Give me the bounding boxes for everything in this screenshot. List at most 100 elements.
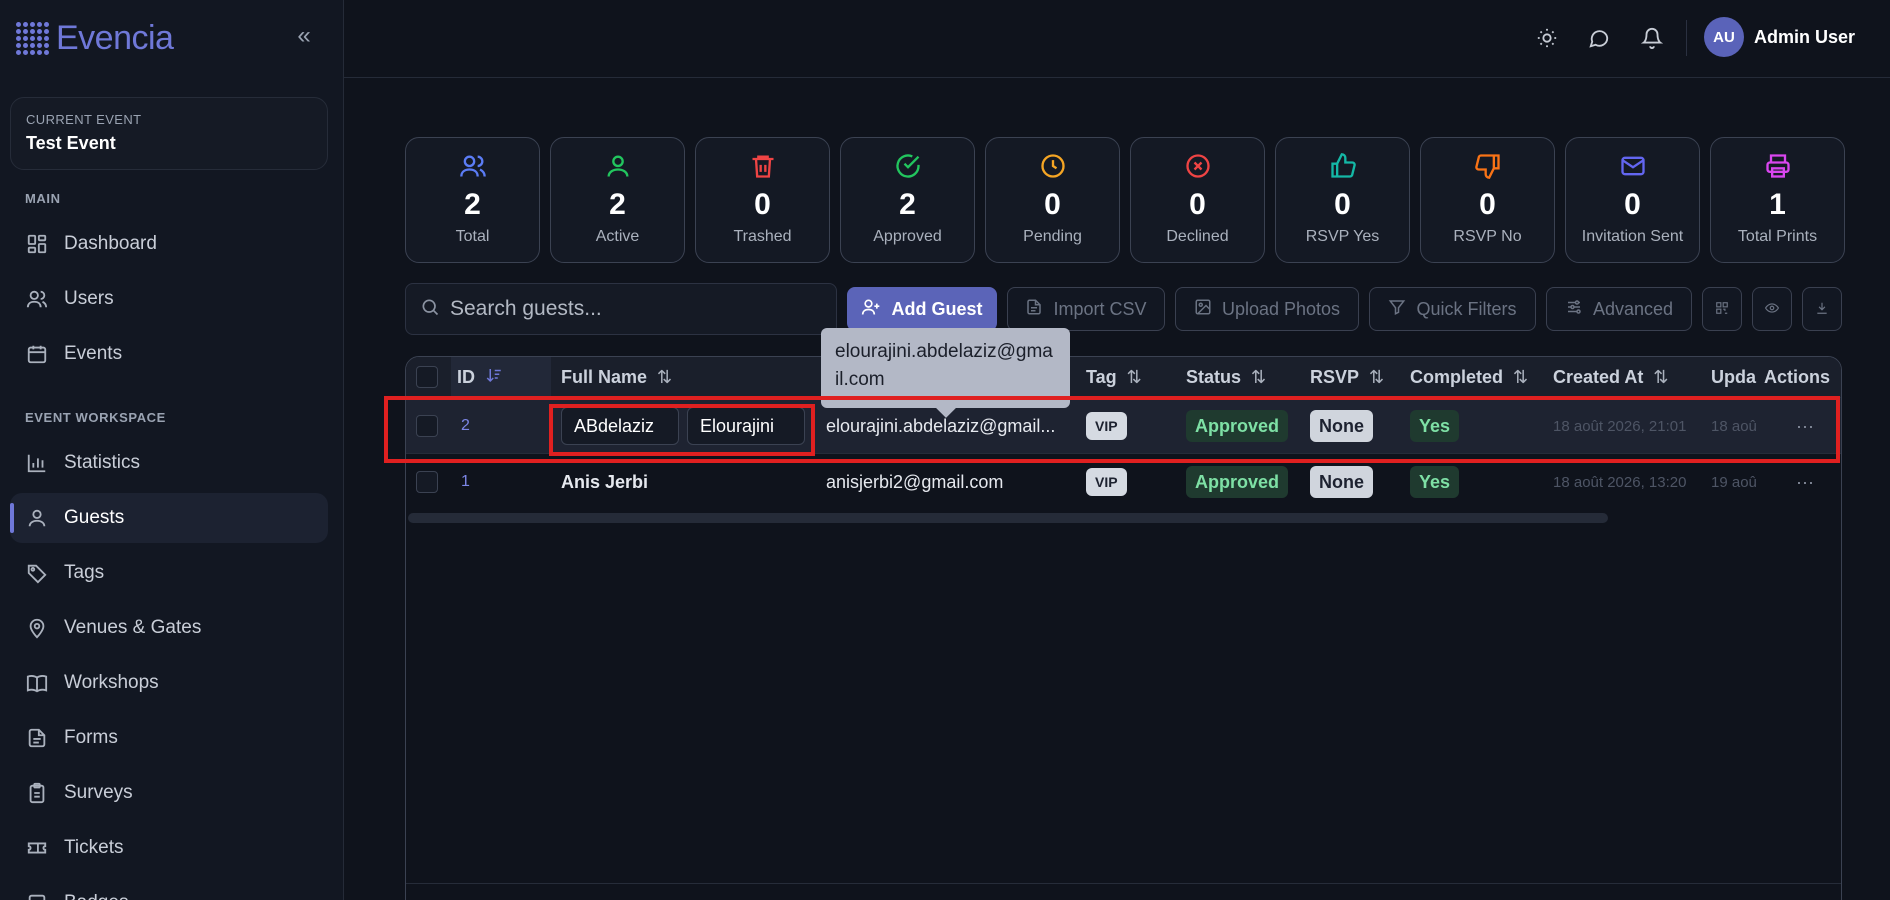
column-header-id[interactable]: ID (451, 357, 551, 397)
collapse-sidebar-button[interactable]: « (290, 22, 318, 50)
ticket-icon (26, 837, 48, 859)
qr-code-button[interactable] (1702, 287, 1742, 331)
created-at-cell: 18 août 2026, 21:01 (1553, 417, 1687, 435)
table-footer-divider (406, 883, 1841, 884)
column-header-rsvp[interactable]: RSVP ⇅ (1310, 357, 1384, 397)
sidebar-item-forms[interactable]: Forms (10, 713, 328, 763)
row-checkbox[interactable] (416, 415, 438, 437)
sidebar-item-dashboard[interactable]: Dashboard (10, 219, 328, 269)
row-checkbox-cell[interactable] (416, 398, 438, 454)
stat-card-invitation-sent[interactable]: 0 Invitation Sent (1565, 137, 1700, 263)
sidebar-item-surveys[interactable]: Surveys (10, 768, 328, 818)
sidebar-item-users[interactable]: Users (10, 274, 328, 324)
add-guest-button[interactable]: Add Guest (847, 287, 997, 331)
table-row[interactable]: 2 ABdelaziz Elourajini elourajini.abdela… (406, 397, 1841, 453)
column-header-tag[interactable]: Tag ⇅ (1086, 357, 1142, 397)
column-label: ID (457, 366, 475, 387)
stat-card-total[interactable]: 2 Total (405, 137, 540, 263)
tag-icon (26, 562, 48, 584)
column-label: Upda (1711, 366, 1756, 387)
table-row[interactable]: 1 Anis Jerbi anisjerbi2@gmail.com VIP Ap… (406, 453, 1841, 509)
guests-table: ID Full Name ⇅ Tag ⇅ Status ⇅ RSVP ⇅ Com… (405, 356, 1842, 900)
completed-cell: Yes (1410, 454, 1460, 510)
download-button[interactable] (1802, 287, 1842, 331)
notification-bell-icon[interactable] (1638, 24, 1666, 52)
sidebar-item-venues-gates[interactable]: Venues & Gates (10, 603, 328, 653)
map-pin-icon (26, 617, 48, 639)
advanced-button[interactable]: Advanced (1546, 287, 1692, 331)
select-all-checkbox-cell[interactable] (416, 357, 438, 397)
user-icon (26, 507, 48, 529)
sliders-icon (1565, 298, 1583, 321)
brand-name: Evencia (56, 18, 174, 57)
updated-at-cell: 18 aoû (1711, 417, 1757, 435)
download-icon (1815, 299, 1829, 320)
stat-card-trashed[interactable]: 0 Trashed (695, 137, 830, 263)
column-header-completed[interactable]: Completed ⇅ (1410, 357, 1528, 397)
trash-icon (696, 152, 829, 182)
stat-card-rsvp-yes[interactable]: 0 RSVP Yes (1275, 137, 1410, 263)
user-name[interactable]: Admin User (1754, 27, 1855, 48)
sidebar-item-tags[interactable]: Tags (10, 548, 328, 598)
view-button[interactable] (1752, 287, 1792, 331)
stat-card-approved[interactable]: 2 Approved (840, 137, 975, 263)
stat-card-declined[interactable]: 0 Declined (1130, 137, 1265, 263)
horizontal-scrollbar[interactable] (408, 513, 1608, 523)
email-cell[interactable]: anisjerbi2@gmail.com (826, 454, 1003, 510)
quick-filters-button[interactable]: Quick Filters (1369, 287, 1536, 331)
quick-filters-label: Quick Filters (1416, 298, 1517, 319)
search-input[interactable] (450, 297, 830, 321)
column-header-created-at[interactable]: Created At ⇅ (1553, 357, 1668, 397)
stat-card-rsvp-no[interactable]: 0 RSVP No (1420, 137, 1555, 263)
completed-badge: Yes (1410, 410, 1460, 442)
brand[interactable]: Evencia (14, 16, 174, 60)
row-checkbox[interactable] (416, 471, 438, 493)
sidebar-item-statistics[interactable]: Statistics (10, 438, 328, 488)
import-csv-button[interactable]: Import CSV (1007, 287, 1165, 331)
stat-card-total-prints[interactable]: 1 Total Prints (1710, 137, 1845, 263)
tag-cell: VIP (1086, 398, 1127, 454)
sidebar-item-badges[interactable]: Badges (10, 878, 328, 900)
theme-toggle-icon[interactable] (1533, 24, 1561, 52)
stat-card-pending[interactable]: 0 Pending (985, 137, 1120, 263)
column-header-full-name[interactable]: Full Name ⇅ (561, 357, 672, 397)
upload-photos-label: Upload Photos (1221, 298, 1341, 319)
guest-id-link[interactable]: 1 (461, 473, 470, 491)
sidebar-item-label: Venues & Gates (64, 617, 202, 638)
sidebar-item-events[interactable]: Events (10, 329, 328, 379)
row-checkbox-cell[interactable] (416, 454, 438, 510)
current-event-card[interactable]: CURRENT EVENT Test Event (10, 97, 328, 170)
sidebar-item-label: Dashboard (64, 233, 157, 254)
column-header-updated-at[interactable]: Upda (1711, 357, 1761, 397)
id-cell[interactable]: 2 (461, 398, 470, 454)
sidebar-item-guests[interactable]: Guests (10, 493, 328, 543)
first-name-input[interactable]: ABdelaziz (561, 407, 679, 445)
row-actions-menu[interactable]: ··· (1796, 398, 1814, 454)
column-header-status[interactable]: Status ⇅ (1186, 357, 1266, 397)
stat-card-active[interactable]: 2 Active (550, 137, 685, 263)
sidebar-item-workshops[interactable]: Workshops (10, 658, 328, 708)
id-cell[interactable]: 1 (461, 454, 470, 510)
user-plus-icon (861, 297, 881, 322)
full-name-cell[interactable]: Anis Jerbi (561, 454, 648, 510)
select-all-checkbox[interactable] (416, 366, 438, 388)
file-icon (1025, 298, 1043, 321)
last-name-input[interactable]: Elourajini (687, 407, 805, 445)
guest-id-link[interactable]: 2 (461, 417, 470, 435)
row-actions-menu[interactable]: ··· (1796, 454, 1814, 510)
sidebar-item-label: Users (64, 288, 114, 309)
chat-icon[interactable] (1585, 24, 1613, 52)
stat-label: Total (455, 228, 490, 245)
sidebar-item-tickets[interactable]: Tickets (10, 823, 328, 873)
printer-icon (1711, 152, 1844, 182)
sort-icon: ⇅ (1369, 366, 1385, 387)
table-header: ID Full Name ⇅ Tag ⇅ Status ⇅ RSVP ⇅ Com… (406, 357, 1841, 397)
upload-photos-button[interactable]: Upload Photos (1175, 287, 1359, 331)
avatar[interactable]: AU (1704, 17, 1744, 57)
sidebar: Evencia « CURRENT EVENT Test Event MAIN … (0, 0, 344, 900)
rsvp-badge: None (1310, 466, 1373, 498)
eye-icon (1764, 299, 1780, 320)
top-bar-divider (1686, 20, 1687, 56)
workspace-section-title: EVENT WORKSPACE (25, 410, 166, 425)
stat-value: 0 (1334, 188, 1351, 221)
